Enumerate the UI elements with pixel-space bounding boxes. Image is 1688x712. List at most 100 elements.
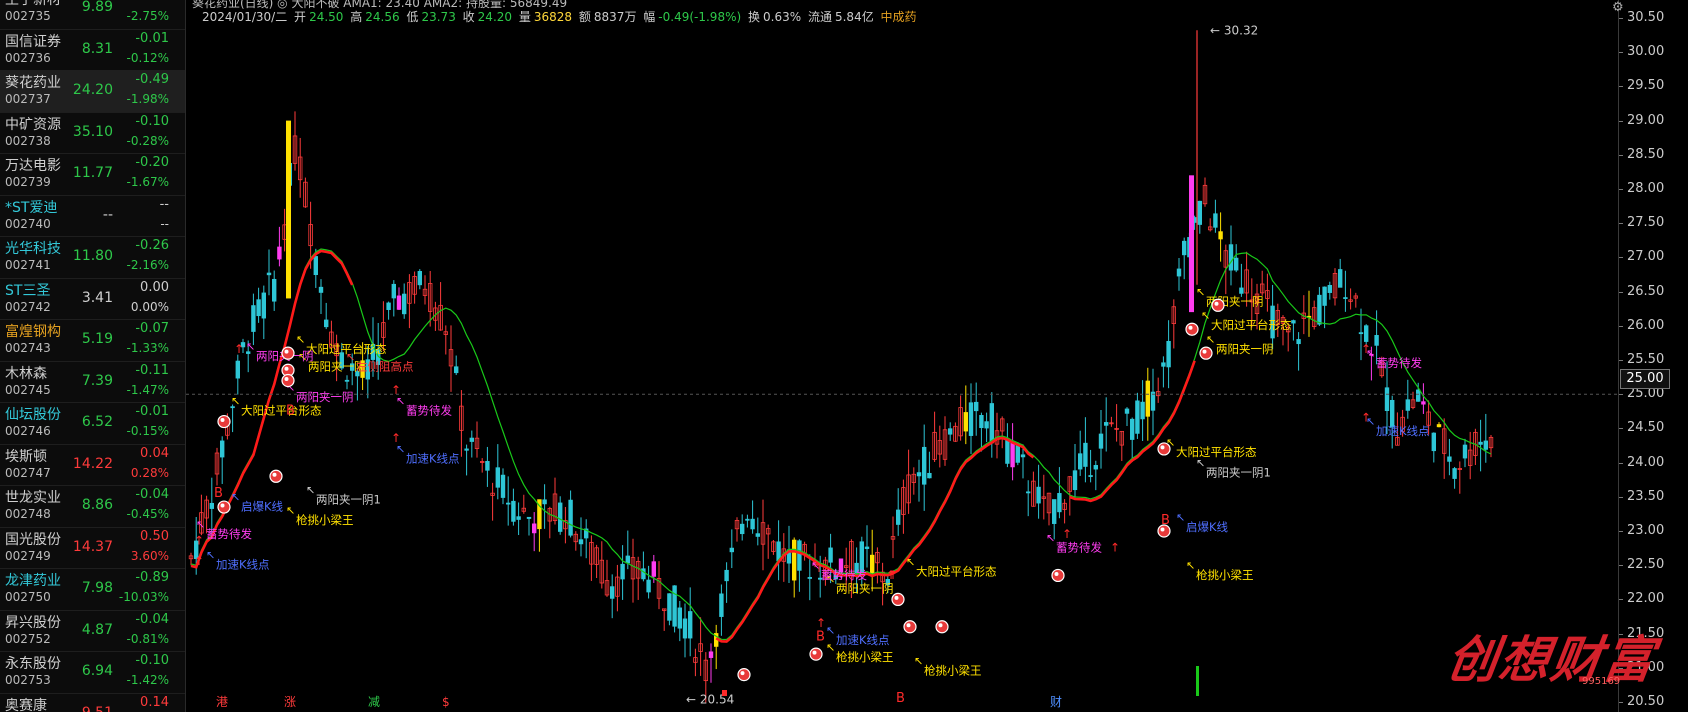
current-price-marker: 25.00: [1620, 369, 1670, 389]
signal-label: 两阳夹一阴1: [316, 493, 381, 507]
candle-body: [391, 283, 396, 299]
stock-change-pct: 0.00%: [130, 299, 169, 314]
candle-body: [417, 271, 422, 286]
signal-dot-icon: [809, 647, 823, 661]
stock-change: --: [159, 196, 169, 212]
watchlist-row[interactable]: 奥赛康0027559.510.14: [0, 693, 185, 712]
stock-name: *ST爱迪: [5, 199, 58, 216]
gear-icon[interactable]: ⚙: [1612, 0, 1624, 15]
candle-body: [896, 509, 901, 525]
stock-price: 9.51: [82, 705, 113, 712]
candle-body: [1140, 401, 1145, 420]
candle-body: [401, 293, 407, 315]
candle-body: [1182, 240, 1187, 256]
candle-body: [557, 502, 563, 532]
signal-arrow: ↖: [286, 504, 295, 517]
candle-body: [922, 446, 927, 485]
signal-arrow: ↖: [1196, 456, 1205, 469]
candle-body: [1431, 432, 1436, 452]
kline-canvas[interactable]: ← 30.32← 20.54↖大阳过平台形态↖枪挑小梁王↖蓄势待发↖加速K线点↖…: [186, 0, 1618, 712]
watermark-logo: 创想财富: [1443, 630, 1660, 689]
signal-dot-icon: [1160, 445, 1165, 450]
watchlist-row[interactable]: 万达电影 002739 11.77 -0.20 -1.67%: [0, 153, 185, 196]
event-tag: 港: [216, 695, 228, 709]
stock-name: ST三圣: [5, 282, 51, 299]
candle-body: [1374, 335, 1379, 346]
watchlist-row[interactable]: 王子新材002735 9.89 -0.28 -2.75%: [0, 0, 185, 30]
signal-dot-icon: [938, 623, 943, 628]
stock-code: 002747: [5, 465, 51, 480]
change-label: 幅: [643, 10, 656, 24]
candle-body: [687, 611, 693, 639]
signal-arrow: ↖: [196, 518, 205, 531]
candle-body: [792, 539, 797, 581]
signal-label: 蓄势待发: [1056, 541, 1102, 555]
signal-label: 加速K线点: [836, 633, 890, 647]
watchlist-row[interactable]: 富煌钢构 002743 5.19 -0.07 -1.33%: [0, 319, 185, 362]
watchlist-row[interactable]: 国光股份 002749 14.37 0.50 3.60%: [0, 527, 185, 569]
candle-body: [277, 246, 282, 260]
stock-price: 6.52: [81, 414, 113, 430]
candle-body: [1421, 401, 1426, 405]
candle-body: [1452, 468, 1457, 479]
signal-dot-icon: [1188, 325, 1193, 330]
stock-code: 002750: [5, 590, 51, 604]
watchlist-row[interactable]: 国信证券 002736 8.31 -0.01 -0.12%: [0, 29, 185, 71]
watchlist-row[interactable]: 仙坛股份 002746 6.52 -0.01 -0.15%: [0, 402, 185, 445]
watchlist-row[interactable]: *ST爱迪 002740 -- -- --: [0, 195, 185, 237]
watchlist-row[interactable]: ST三圣 002742 3.41 0.00 0.00%: [0, 278, 185, 320]
watchlist-row[interactable]: 埃斯顿 002747 14.22 0.04 0.28%: [0, 444, 185, 486]
ohlc-info-bar: 2024/01/30/二 开 24.50 高 24.56 低 23.73 收 24.20…: [202, 8, 920, 25]
stock-change: 0.14: [140, 694, 169, 710]
price-tick: 29.00: [1619, 113, 1688, 128]
stock-price: 6.94: [81, 663, 113, 679]
candle-body: [495, 467, 500, 488]
price-tick: 30.50: [1619, 10, 1688, 25]
event-tag: 财: [1050, 695, 1062, 709]
kline-chart[interactable]: ← 30.32 ← 20.54 ↖ 大阳过平台形态 ↖ 枪挑小梁王 ↖ 蓄势待发 ↖ 加速K线点 ↖…: [186, 0, 1618, 712]
buy-marker: B: [896, 691, 905, 706]
watchlist-row[interactable]: 中矿资源 002738 35.10 -0.10 -0.28%: [0, 112, 185, 154]
watchlist-row[interactable]: 龙津药业 002750 7.98 -0.89 -10.03%: [0, 568, 185, 611]
candle-body: [1036, 486, 1041, 504]
signal-dot-icon: [812, 650, 817, 655]
candle-body: [516, 516, 521, 520]
watchlist-row[interactable]: 昇兴股份 002752 4.87 -0.04 -0.81%: [0, 610, 185, 652]
watchlist-row[interactable]: 葵花药业 002737 24.20 -0.49 -1.98%: [0, 70, 185, 113]
signal-dot-icon: [891, 592, 905, 607]
up-arrow: ↑: [1361, 411, 1371, 425]
stock-code: 002738: [5, 133, 51, 148]
stock-change: 0.50: [140, 528, 169, 544]
watchlist-row[interactable]: 木林森 002745 7.39 -0.11 -1.47%: [0, 361, 185, 403]
watchlist-row[interactable]: 世龙实业 002748 8.86 -0.04 -0.45%: [0, 485, 185, 528]
stock-code: 002735: [5, 9, 51, 23]
sector-label: 中成药: [880, 10, 917, 24]
signal-dot-icon: [272, 472, 277, 477]
buy-marker: B: [286, 404, 295, 419]
watchlist-row[interactable]: 光华科技 002741 11.80 -0.26 -2.16%: [0, 236, 185, 279]
candle-body: [1020, 454, 1026, 458]
candle-body: [266, 272, 272, 276]
signal-arrow: ↖: [231, 395, 240, 408]
candle-body: [1390, 399, 1395, 428]
candle-body: [609, 586, 615, 599]
candle-body: [1189, 175, 1194, 313]
up-arrow: ↑: [888, 568, 898, 582]
candle-body: [1088, 475, 1093, 477]
watermark-number: 995169: [1582, 676, 1621, 687]
candle-body: [1166, 340, 1171, 368]
signal-arrow: ↖: [246, 340, 255, 353]
watchlist-row[interactable]: 永东股份 002753 6.94 -0.10 -1.42%: [0, 651, 185, 694]
signal-dot-icon: [1160, 527, 1165, 532]
stock-name: 龙津药业: [5, 573, 61, 589]
amount-value: 8837万: [593, 10, 637, 24]
price-tick: 29.50: [1619, 78, 1688, 93]
stock-price: 24.20: [72, 82, 113, 98]
candle-body: [220, 440, 225, 458]
signal-label: 加速K线点: [1376, 424, 1430, 438]
signal-label: 启爆K线: [1186, 520, 1229, 534]
signal-dot-icon: [284, 366, 289, 371]
stock-code: 002749: [5, 548, 51, 563]
stock-change: -0.89: [135, 570, 169, 585]
stock-code: 002748: [5, 507, 51, 521]
